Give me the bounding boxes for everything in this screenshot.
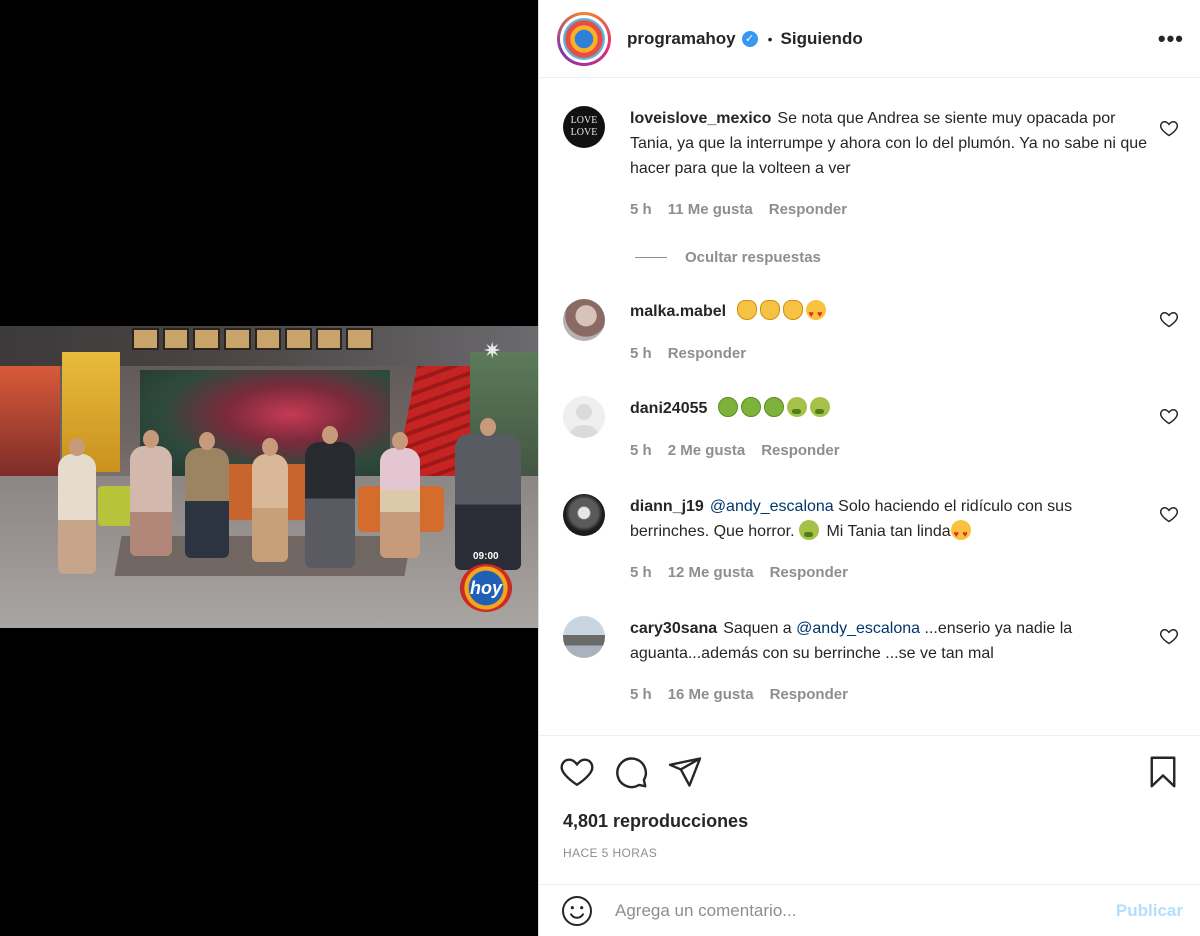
reply-button[interactable]: Responder [668,345,746,362]
comment-text: cary30sana Saquen a @andy_escalona ...ens… [630,616,1150,666]
comment-meta: 5 h 16 Me gusta Responder [630,686,848,703]
author-avatar[interactable] [557,11,611,66]
nauseated-face-emoji-icon [809,397,830,417]
nauseated-face-emoji-icon [798,520,819,540]
header-separator: • [767,30,773,47]
comment-meta: 5 h 2 Me gusta Responder [630,442,840,459]
hoy-logo-text: hoy [469,577,502,598]
set-panels [130,326,375,352]
post-actions: 4,801 reproducciones HACE 5 HORAS Agrega… [539,735,1200,936]
instagram-post-view: ✷ 09:00 hoy programahoy ✓ • Siguiendo ••… [0,0,1200,936]
like-comment-heart-icon[interactable] [1159,626,1179,646]
like-comment-heart-icon[interactable] [1159,309,1179,329]
host-figure [455,418,521,570]
comment-likes[interactable]: 2 Me gusta [668,442,746,459]
set-left-wall [0,366,60,476]
post-timestamp[interactable]: HACE 5 HORAS [563,846,657,860]
comment-meta: 5 h 12 Me gusta Responder [630,564,848,581]
sick-face-emoji-icon [740,397,761,417]
reply-button[interactable]: Responder [761,442,839,459]
clapping-hands-emoji-icon [759,300,780,320]
like-heart-icon[interactable] [559,754,595,790]
comment-avatar[interactable] [563,616,605,658]
hide-replies-line [635,257,667,258]
comment-likes[interactable]: 11 Me gusta [668,201,753,218]
emoji-picker-smiley-icon[interactable] [561,895,593,927]
default-avatar-icon [569,404,599,438]
heart-eyes-emoji-icon [805,300,826,327]
comment-time[interactable]: 5 h [630,564,652,581]
host-figure [252,438,288,562]
avatar-logo-text: LOVE LOVE [570,115,598,138]
comment-meta: 5 h Responder [630,345,746,362]
comment-input[interactable]: Agrega un comentario... [615,901,1116,921]
comment-text: malka.mabel [630,299,1150,327]
comment-content-2: Mi Tania tan linda [826,523,951,540]
following-button[interactable]: Siguiendo [781,29,863,49]
heart-eyes-emoji-icon [950,520,971,547]
sick-face-emoji-icon [763,397,784,417]
comment-time[interactable]: 5 h [630,442,652,459]
mention-link[interactable]: @andy_escalona [710,498,834,515]
comment-username[interactable]: loveislove_mexico [630,110,771,127]
comment-text: diann_j19 @andy_escalona Solo haciendo el… [630,494,1150,547]
clapping-hands-emoji-icon [736,300,757,320]
set-star-decoration: ✷ [483,338,502,363]
save-bookmark[interactable] [1145,754,1181,790]
comment-time[interactable]: 5 h [630,345,652,362]
comment-time[interactable]: 5 h [630,686,652,703]
reply-button[interactable]: Responder [770,564,848,581]
nauseated-face-emoji-icon [786,397,807,417]
share-paper-plane-icon[interactable] [667,754,703,790]
video-player[interactable]: ✷ 09:00 hoy [0,0,538,936]
post-sidebar: programahoy ✓ • Siguiendo ••• LOVE LOVE … [538,0,1200,936]
like-comment-heart-icon[interactable] [1159,504,1179,524]
more-options-icon[interactable]: ••• [1158,27,1184,50]
comment-avatar[interactable]: LOVE LOVE [563,106,605,148]
comment-time[interactable]: 5 h [630,201,652,218]
comment-avatar[interactable] [563,396,605,438]
comment-likes[interactable]: 12 Me gusta [668,564,754,581]
comment-username[interactable]: dani24055 [630,400,707,417]
comment-text: dani24055 [630,396,1150,421]
reply-button[interactable]: Responder [770,686,848,703]
comment-username[interactable]: cary30sana [630,620,717,637]
comment-avatar[interactable] [563,299,605,341]
video-frame[interactable]: ✷ 09:00 hoy [0,326,538,628]
host-figure [305,426,355,568]
post-header: programahoy ✓ • Siguiendo ••• [539,0,1200,78]
like-comment-heart-icon[interactable] [1159,406,1179,426]
action-icons-row [559,754,703,790]
clapping-hands-emoji-icon [782,300,803,320]
author-avatar-image [563,17,605,60]
mention-link[interactable]: @andy_escalona [796,620,920,637]
host-figure [58,438,96,574]
comment-username[interactable]: diann_j19 [630,498,704,515]
host-figure [185,432,229,558]
broadcast-clock: 09:00 [473,551,499,562]
publish-button[interactable]: Publicar [1116,901,1183,921]
view-count[interactable]: 4,801 reproducciones [563,811,748,832]
hide-replies-toggle[interactable]: Ocultar respuestas [635,249,821,266]
comment-username[interactable]: malka.mabel [630,303,726,320]
host-figure [380,432,420,558]
comment-meta: 5 h 11 Me gusta Responder [630,201,847,218]
comment-content: Saquen a [723,620,792,637]
comments-list[interactable]: LOVE LOVE loveislove_mexico Se nota que A… [539,79,1200,735]
author-username[interactable]: programahoy [627,29,736,49]
comment-avatar[interactable] [563,494,605,536]
host-figure [130,430,172,556]
hide-replies-label: Ocultar respuestas [685,249,821,266]
hoy-logo: hoy [460,564,512,612]
comment-bubble-icon[interactable] [613,754,649,790]
like-comment-heart-icon[interactable] [1159,118,1179,138]
add-comment-bar: Agrega un comentario... Publicar [539,884,1200,936]
reply-button[interactable]: Responder [769,201,847,218]
verified-badge-icon: ✓ [741,30,758,47]
bookmark-icon[interactable] [1145,754,1181,790]
sick-face-emoji-icon [717,397,738,417]
comment-text: loveislove_mexico Se nota que Andrea se s… [630,106,1150,181]
comment-likes[interactable]: 16 Me gusta [668,686,754,703]
